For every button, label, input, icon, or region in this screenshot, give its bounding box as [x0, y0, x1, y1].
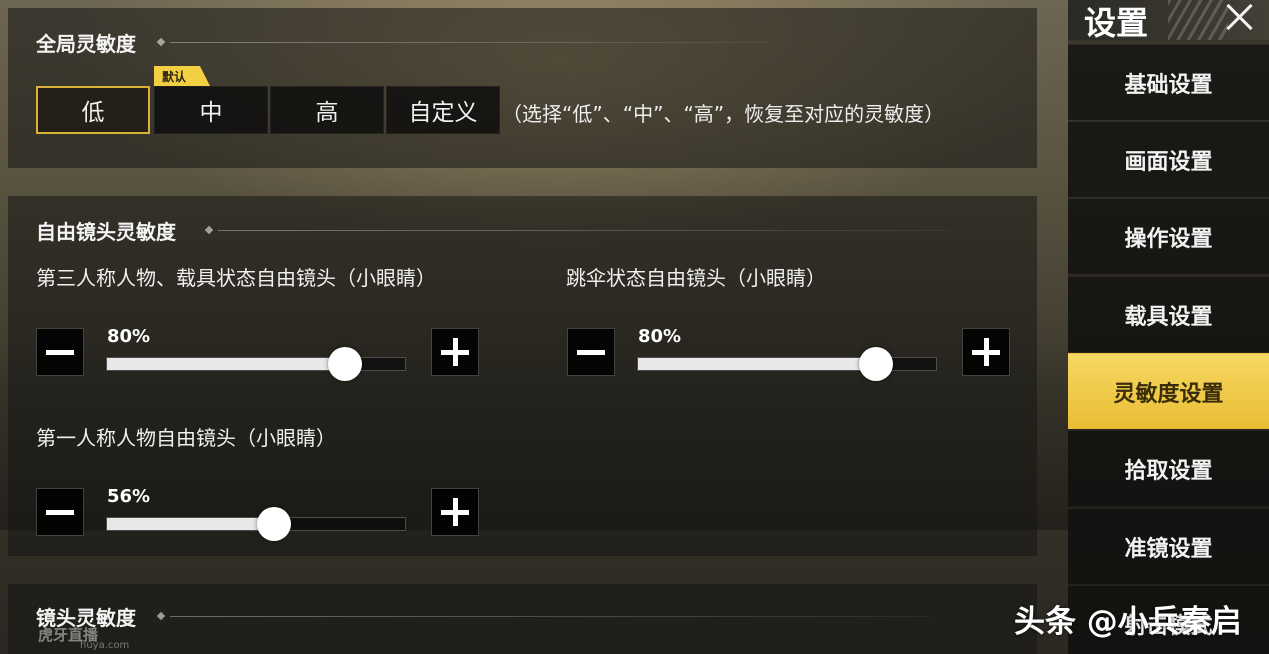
parachute-increase-button[interactable] [962, 328, 1010, 376]
third-person-decrease-button[interactable] [36, 328, 84, 376]
sensitivity-hint-text: （选择“低”、“中”、“高”，恢复至对应的灵敏度） [502, 102, 945, 126]
first-person-value: 56% [107, 486, 151, 507]
global-sensitivity-title: 全局灵敏度 [36, 32, 136, 56]
slider-thumb[interactable] [256, 507, 291, 541]
slider-fill [638, 358, 877, 370]
slider-fill [107, 518, 274, 530]
minus-icon [46, 509, 74, 515]
third-person-increase-button[interactable] [431, 328, 479, 376]
option-custom-button[interactable]: 自定义 [386, 86, 500, 134]
sidebar-header: 设置 [1068, 0, 1269, 42]
sidebar-item-sensitivity[interactable]: 灵敏度设置 [1068, 353, 1269, 429]
sidebar-item-scope[interactable]: 准镜设置 [1068, 508, 1269, 584]
parachute-free-camera-label: 跳伞状态自由镜头（小眼睛） [566, 266, 826, 290]
first-person-slider[interactable] [106, 507, 406, 541]
title-divider [170, 616, 930, 617]
sidebar-item-basic[interactable]: 基础设置 [1068, 44, 1269, 120]
option-low-button[interactable]: 低 [36, 86, 150, 134]
settings-sidebar: 设置 基础设置 画面设置 操作设置 载具设置 灵敏度设置 拾取设置 准镜设置 射… [1068, 0, 1269, 654]
free-camera-panel: 自由镜头灵敏度 第三人称人物、载具状态自由镜头（小眼睛） 80% 跳伞状态自由镜… [8, 196, 1037, 556]
parachute-value: 80% [638, 326, 682, 347]
first-person-free-camera-label: 第一人称人物自由镜头（小眼睛） [36, 426, 336, 450]
title-decoration [156, 37, 166, 47]
option-high-button[interactable]: 高 [270, 86, 384, 134]
slider-thumb[interactable] [328, 347, 363, 381]
global-sensitivity-panel: 全局灵敏度 默认 低 中 高 自定义 （选择“低”、“中”、“高”，恢复至对应的… [8, 8, 1037, 168]
third-person-value: 80% [107, 326, 151, 347]
title-divider [170, 42, 770, 43]
parachute-decrease-button[interactable] [567, 328, 615, 376]
title-decoration [204, 225, 214, 235]
title-divider [218, 230, 948, 231]
author-watermark: 头条 @小兵秦启 [1014, 604, 1242, 640]
stream-watermark-url: huya.com [80, 640, 130, 651]
free-camera-title: 自由镜头灵敏度 [36, 220, 176, 244]
minus-icon [46, 349, 74, 355]
minus-icon [577, 349, 605, 355]
title-decoration [156, 611, 166, 621]
third-person-free-camera-label: 第三人称人物、载具状态自由镜头（小眼睛） [36, 266, 436, 290]
header-stripes-decoration [1168, 0, 1228, 40]
first-person-increase-button[interactable] [431, 488, 479, 536]
lens-sensitivity-panel: 镜头灵敏度 [8, 584, 1037, 654]
slider-fill [107, 358, 346, 370]
option-medium-button[interactable]: 中 [154, 86, 268, 134]
first-person-decrease-button[interactable] [36, 488, 84, 536]
default-badge: 默认 [154, 66, 210, 86]
sidebar-item-pickup[interactable]: 拾取设置 [1068, 430, 1269, 506]
settings-title: 设置 [1084, 4, 1149, 42]
sidebar-item-graphics[interactable]: 画面设置 [1068, 121, 1269, 197]
slider-thumb[interactable] [859, 347, 894, 381]
third-person-slider[interactable] [106, 347, 406, 381]
parachute-slider[interactable] [637, 347, 937, 381]
sidebar-item-vehicle[interactable]: 载具设置 [1068, 276, 1269, 352]
sidebar-item-controls[interactable]: 操作设置 [1068, 198, 1269, 274]
close-button[interactable] [1220, 0, 1260, 34]
